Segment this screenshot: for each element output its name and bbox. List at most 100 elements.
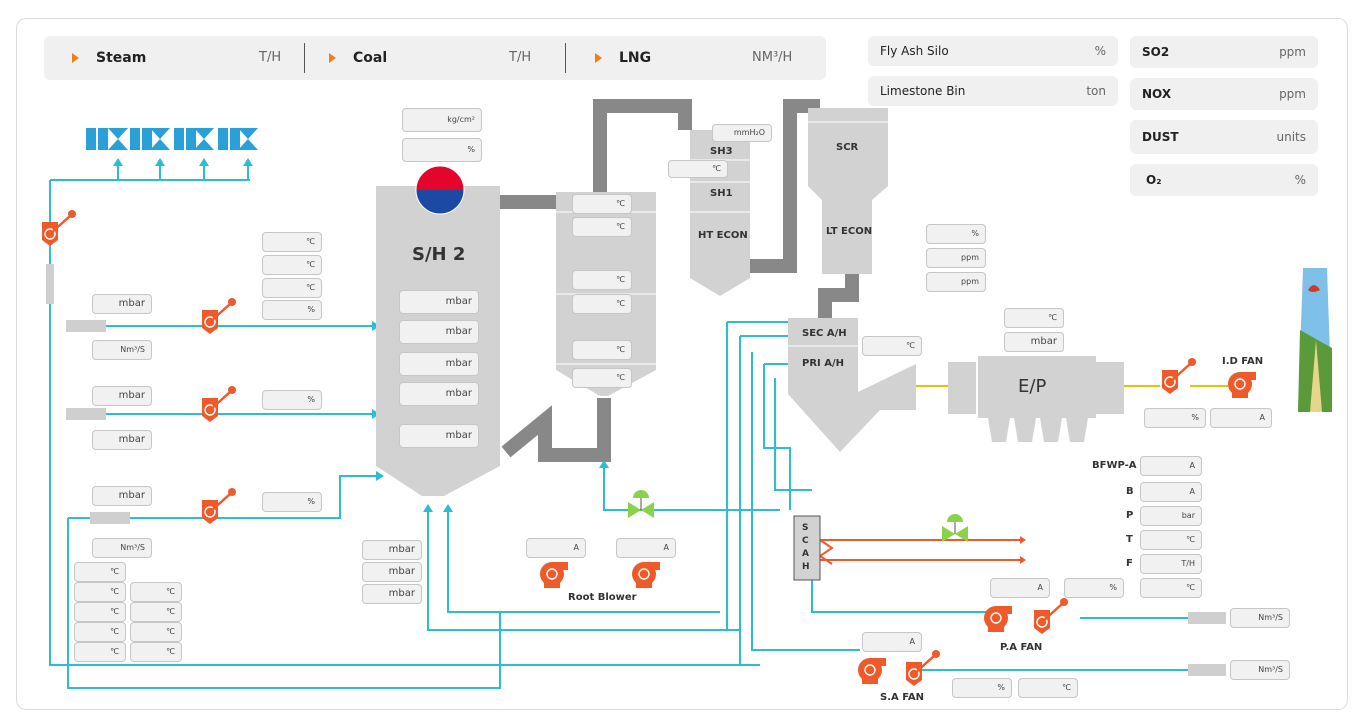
ep-mbar-box: mbar (1004, 332, 1064, 352)
coal-label: Coal (353, 50, 388, 66)
sh1-label: SH1 (710, 188, 733, 199)
damper-icon-id (1162, 358, 1196, 394)
pa-fan-pct-box: % (1064, 578, 1124, 598)
bottom-mbar-1: mbar (362, 540, 422, 560)
sa-fan-icon (858, 658, 886, 684)
bfwp-f-value: T/H (1140, 554, 1202, 574)
line2-mbar: mbar (92, 386, 152, 406)
coal-unit: T/H (509, 50, 532, 65)
line2-mbar-2: mbar (92, 430, 152, 450)
ep-temp-box: ℃ (1004, 308, 1064, 328)
scr-column (808, 108, 888, 274)
blower-amp-box-2: A (616, 538, 676, 558)
bfwp-a-value: A (1140, 456, 1202, 476)
bottom-mbar-2: mbar (362, 562, 422, 582)
bfwp-a-label: BFWP-A (1092, 460, 1137, 471)
nox-panel: NOX ppm (1130, 78, 1318, 110)
sa-fan-pct-box: % (952, 678, 1012, 698)
sh3-label: SH3 (710, 146, 733, 157)
ht-pressure-box: mmH₂O (712, 124, 772, 142)
bottom-temp-c2-1: ℃ (130, 582, 182, 602)
bfwp-p-label: P (1126, 510, 1134, 521)
gas-ppm-box-2: ppm (926, 272, 986, 292)
root-blower-fan-icon-1 (540, 562, 568, 588)
bottom-temp-c1-5: ℃ (74, 642, 126, 662)
pa-fan-icon (984, 606, 1012, 632)
sa-fan-label: S.A FAN (880, 692, 925, 703)
furnace-mbar-3: mbar (399, 352, 479, 376)
furnace-bottom-duct (501, 398, 611, 462)
backpass-temp-1: ℃ (572, 194, 632, 214)
sh2-label: S/H 2 (412, 244, 466, 265)
damper-icon-top (42, 210, 76, 246)
furnace-mbar-1: mbar (399, 290, 479, 314)
sec-ah-label: SEC A/H (802, 328, 847, 339)
backpass-temp-5: ℃ (572, 340, 632, 360)
bfwp-f-label: F (1126, 558, 1133, 569)
line2-pct: % (262, 390, 322, 410)
line1-flow: Nm³/S (92, 340, 152, 360)
line1-mbar: mbar (92, 294, 152, 314)
bfwp-p-value: bar (1140, 506, 1202, 526)
line3-flow: Nm³/S (92, 538, 152, 558)
lt-econ-label: LT ECON (826, 226, 873, 237)
root-blower-label: Root Blower (568, 592, 637, 603)
id-fan-icon (1228, 372, 1256, 398)
backpass-temp-3: ℃ (572, 270, 632, 290)
left-temp-2: ℃ (262, 255, 322, 275)
scah-label: SCAH (802, 523, 810, 572)
id-fan-pct-box: % (1144, 408, 1206, 428)
bottom-mbar-3: mbar (362, 584, 422, 604)
id-fan-label: I.D FAN (1222, 356, 1264, 367)
backpass-temp-4: ℃ (572, 294, 632, 314)
damper-icon-line1 (202, 298, 236, 334)
pipe-arrows (113, 158, 609, 512)
line3-mbar: mbar (92, 486, 152, 506)
bfwp-t-label: T (1126, 534, 1133, 545)
pa-fan-label: P.A FAN (1000, 642, 1043, 653)
sa-fan-temp-box: ℃ (1018, 678, 1078, 698)
bfwp-b-value: A (1140, 482, 1202, 502)
dust-panel: DUST units (1130, 120, 1318, 154)
gas-ppm-box-1: ppm (926, 248, 986, 268)
gas-pct-box: % (926, 224, 986, 244)
bfwp-extra-value: ℃ (1140, 578, 1202, 598)
backpass-temp-2: ℃ (572, 217, 632, 237)
flow-summary-bar: Steam T/H Coal T/H LNG NM³/H (44, 36, 826, 80)
lt-to-ah-duct (818, 270, 859, 318)
ah-temp-box: ℃ (862, 336, 922, 356)
bfwp-b-label: B (1126, 486, 1134, 497)
blower-amp-box-1: A (526, 538, 586, 558)
scr-label: SCR (836, 142, 859, 153)
left-pct-4: % (262, 300, 322, 320)
pa-fan-amp-box: A (990, 578, 1050, 598)
fly-ash-silo-panel: Fly Ash Silo % (868, 36, 1118, 66)
steam-drum-icon (415, 165, 465, 215)
o2-panel: O₂% (1130, 164, 1318, 196)
left-temp-3: ℃ (262, 278, 322, 298)
backpass-temp-6: ℃ (572, 368, 632, 388)
ht-econ-label: HT ECON (698, 230, 748, 241)
electrostatic-precipitator (948, 356, 1124, 442)
bottom-temp-c1-1: ℃ (74, 562, 126, 582)
hot-water-lines (818, 539, 1020, 565)
damper-icon-line2 (202, 386, 236, 422)
furnace-mbar-5: mbar (399, 424, 479, 448)
bottom-temp-c1-3: ℃ (74, 602, 126, 622)
id-fan-amp-box: A (1210, 408, 1272, 428)
bottom-temp-c1-4: ℃ (74, 622, 126, 642)
pri-ah-label: PRI A/H (802, 358, 844, 369)
furnace-mbar-4: mbar (399, 382, 479, 406)
furnace-mbar-2: mbar (399, 320, 479, 344)
steam-valve-row (86, 128, 258, 150)
chimney-stack-icon (1298, 268, 1332, 412)
line3-pct: % (262, 492, 322, 512)
bottom-temp-c1-2: ℃ (74, 582, 126, 602)
pa-flow-box: Nm³/S (1230, 608, 1290, 628)
steam-label: Steam (96, 50, 147, 66)
lng-unit: NM³/H (752, 50, 793, 65)
bottom-temp-c2-4: ℃ (130, 642, 182, 662)
ht-temp-box: ℃ (668, 160, 728, 178)
sa-damper-icon (906, 650, 940, 686)
so2-panel: SO2 ppm (1130, 36, 1318, 68)
